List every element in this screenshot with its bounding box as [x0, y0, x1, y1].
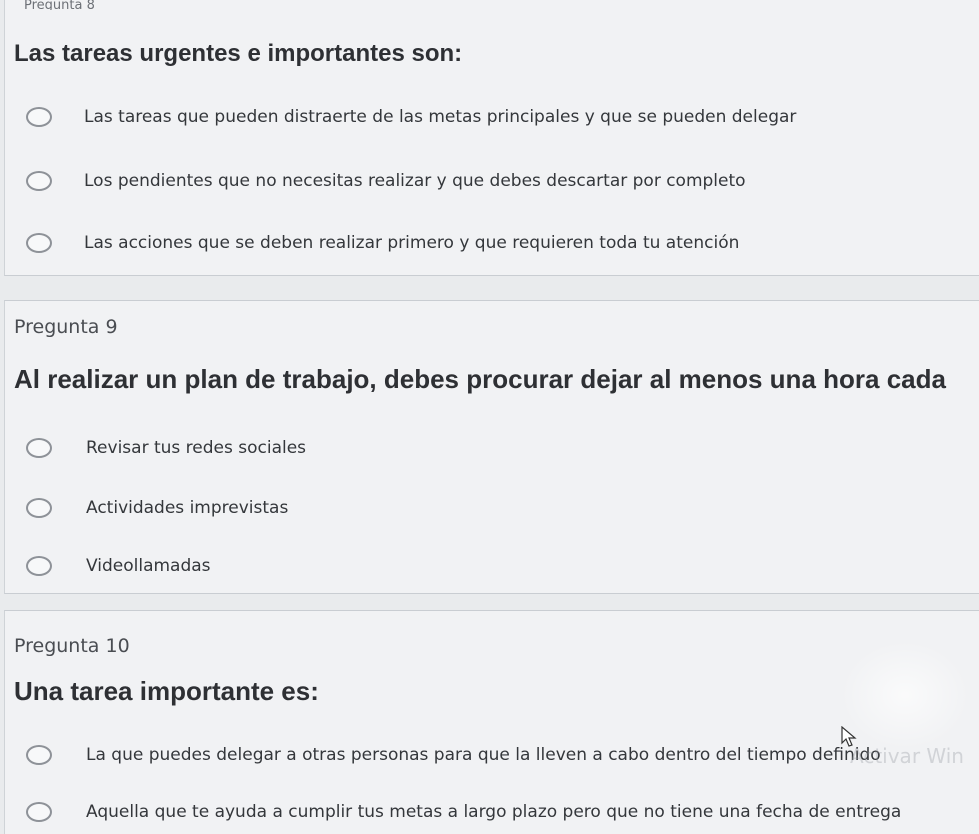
quiz-page: Pregunta 8 Las tareas urgentes e importa…	[0, 0, 979, 834]
radio-button[interactable]	[26, 438, 52, 458]
option-9-3[interactable]: Videollamadas	[26, 551, 211, 581]
option-label: Los pendientes que no necesitas realizar…	[84, 171, 746, 191]
option-label: Revisar tus redes sociales	[86, 438, 307, 458]
option-label: Aquella que te ayuda a cumplir tus metas…	[86, 802, 902, 822]
option-10-2[interactable]: Aquella que te ayuda a cumplir tus metas…	[26, 797, 901, 827]
option-label: Actividades imprevistas	[86, 498, 289, 518]
radio-button[interactable]	[26, 171, 52, 191]
question-title-9: Al realizar un plan de trabajo, debes pr…	[14, 364, 946, 394]
question-number-10: Pregunta 10	[14, 635, 130, 657]
question-number-9: Pregunta 9	[14, 316, 118, 338]
option-10-1[interactable]: La que puedes delegar a otras personas p…	[26, 740, 881, 770]
question-title-10: Una tarea importante es:	[14, 676, 319, 706]
mouse-cursor-icon	[841, 726, 857, 747]
radio-button[interactable]	[26, 107, 52, 127]
question-number-8: Pregunta 8	[24, 0, 95, 10]
activation-watermark: Activar Win	[850, 744, 964, 768]
option-label: Videollamadas	[86, 556, 211, 576]
radio-button[interactable]	[26, 498, 52, 518]
option-label: La que puedes delegar a otras personas p…	[86, 745, 881, 765]
option-9-1[interactable]: Revisar tus redes sociales	[26, 433, 306, 463]
radio-button[interactable]	[26, 556, 52, 576]
radio-button[interactable]	[26, 233, 52, 253]
option-8-1[interactable]: Las tareas que pueden distraerte de las …	[26, 102, 796, 132]
option-9-2[interactable]: Actividades imprevistas	[26, 493, 288, 523]
radio-button[interactable]	[26, 802, 52, 822]
option-8-3[interactable]: Las acciones que se deben realizar prime…	[26, 228, 739, 258]
option-label: Las acciones que se deben realizar prime…	[84, 233, 740, 253]
radio-button[interactable]	[26, 745, 52, 765]
question-title-8: Las tareas urgentes e importantes son:	[14, 40, 463, 67]
option-label: Las tareas que pueden distraerte de las …	[84, 107, 797, 127]
option-8-2[interactable]: Los pendientes que no necesitas realizar…	[26, 166, 746, 196]
